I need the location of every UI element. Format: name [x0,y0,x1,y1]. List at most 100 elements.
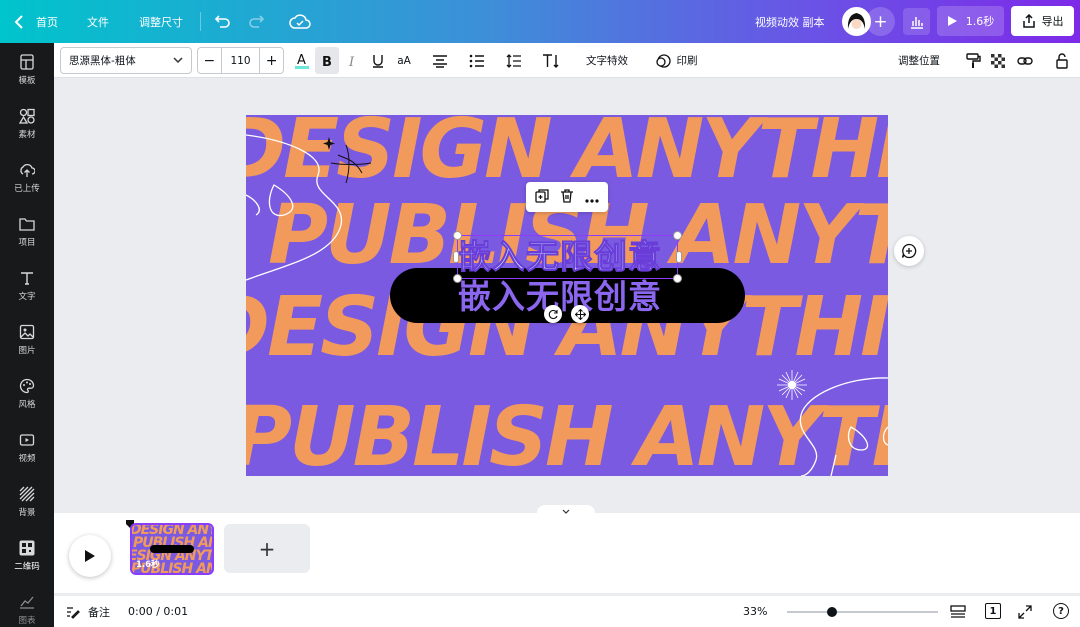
undo-icon[interactable] [211,11,233,33]
help-icon[interactable]: ? [1053,603,1069,619]
vertical-text-icon[interactable] [539,47,563,74]
text-color-icon[interactable]: A [290,47,314,74]
floating-toolbar [526,182,608,212]
grid-view-icon[interactable] [949,603,967,621]
resize-handle-right[interactable] [676,251,682,263]
list-icon[interactable] [465,47,489,74]
resize-handle-bottom-left[interactable] [453,274,462,283]
footer-bar: 备注 0:00 / 0:01 33% 1 ? [54,596,1080,627]
font-size-stepper: − 110 + [197,47,284,74]
move-icon[interactable] [571,305,589,323]
print-icon [655,53,671,68]
resize-menu[interactable]: 调整尺寸 [139,0,183,43]
font-size-input[interactable]: 110 [222,48,260,73]
chevron-down-icon [562,509,570,514]
zoom-slider-thumb[interactable] [827,607,837,617]
bold-icon[interactable]: B [315,47,339,74]
redo-icon[interactable] [246,11,268,33]
qrcode-icon [19,540,35,556]
sidebar-item-projects[interactable]: 项目 [0,205,54,259]
home-button[interactable]: 首页 [14,0,58,43]
sidebar-item-videos[interactable]: 视频 [0,421,54,475]
sidebar-item-charts[interactable]: 图表 [0,583,54,627]
home-label: 首页 [36,15,58,29]
export-label: 导出 [1041,15,1064,28]
zoom-level[interactable]: 33% [743,605,767,618]
svg-text:B: B [322,55,332,68]
sidebar-item-label: 图表 [18,616,36,626]
italic-icon[interactable]: I [340,47,364,74]
sidebar-item-label: 风格 [18,400,36,410]
sidebar-item-background[interactable]: 背景 [0,475,54,529]
thumbnail-pill [150,545,194,553]
resize-handle-bottom-right[interactable] [673,274,682,283]
design-canvas[interactable]: DESIGN ANYTHING PUBLISH ANYTHING DESIGN … [246,115,888,476]
template-icon [20,54,34,70]
font-family-select[interactable]: 思源黑体-粗体 [60,47,192,74]
format-toolbar: 思源黑体-粗体 − 110 + A B I aA 文字特效 印刷 调整位置 [54,43,1080,78]
background-icon [19,486,35,502]
print-button[interactable]: 印刷 [652,47,700,74]
collapse-timeline-button[interactable] [537,505,595,517]
more-options-icon[interactable] [585,188,599,207]
paint-roller-icon[interactable] [961,47,985,74]
add-comment-button[interactable] [894,236,924,266]
zoom-slider-track[interactable] [787,611,938,613]
link-icon[interactable] [1013,47,1037,74]
document-title[interactable]: 视频动效 副本 [755,0,825,43]
timeline-play-button[interactable] [69,535,111,577]
palette-icon [19,378,35,394]
page-number[interactable]: 1 [985,603,1001,619]
trash-icon[interactable] [560,188,574,207]
transparency-icon[interactable] [986,47,1010,74]
video-icon [19,434,35,446]
play-button[interactable]: 1.6秒 [937,6,1004,36]
fullscreen-icon[interactable] [1016,603,1034,621]
underline-icon[interactable] [366,47,390,74]
sidebar-item-uploads[interactable]: 已上传 [0,151,54,205]
sidebar-item-label: 背景 [18,508,36,518]
letter-case-button[interactable]: aA [392,47,416,74]
resize-handle-left[interactable] [453,251,459,263]
add-page-button[interactable]: + [224,524,310,573]
duplicate-icon[interactable] [535,188,549,207]
font-size-decrease-button[interactable]: − [198,48,222,73]
sidebar-item-elements[interactable]: 素材 [0,97,54,151]
sidebar-item-styles[interactable]: 风格 [0,367,54,421]
align-center-icon[interactable] [428,47,452,74]
font-size-increase-button[interactable]: + [259,48,283,73]
sidebar-item-label: 项目 [18,238,36,248]
print-label: 印刷 [676,55,698,67]
insights-chart-icon[interactable] [903,8,930,35]
sidebar-item-photos[interactable]: 图片 [0,313,54,367]
sidebar-item-label: 文字 [18,292,36,302]
divider [200,12,201,31]
text-icon [21,272,33,285]
upload-icon [20,163,35,177]
notes-button[interactable]: 备注 [66,604,110,620]
text-effects-button[interactable]: 文字特效 [581,47,633,74]
share-icon [1022,14,1035,28]
sidebar-item-label: 模板 [18,76,36,86]
sidebar-item-label: 已上传 [14,184,40,194]
resize-handle-top-right[interactable] [673,231,682,240]
chart-icon [20,596,34,609]
rotate-icon[interactable] [544,305,562,323]
cloud-saved-icon[interactable] [288,11,312,33]
sidebar-item-text[interactable]: 文字 [0,259,54,313]
playhead-marker[interactable] [126,513,134,528]
page-thumbnail[interactable]: DESIGN ANY PUBLISH AN ESIGN ANYT PUBLISH… [130,523,214,575]
timeline-panel: DESIGN ANY PUBLISH AN ESIGN ANYT PUBLISH… [54,505,1080,593]
sidebar-item-qrcode[interactable]: 二维码 [0,529,54,583]
sidebar-item-templates[interactable]: 模板 [0,43,54,97]
lock-icon[interactable] [1050,47,1074,74]
play-icon [85,550,95,562]
resize-handle-top-left[interactable] [453,231,462,240]
spacing-icon[interactable] [502,47,526,74]
export-button[interactable]: 导出 [1011,6,1074,36]
add-collaborator-button[interactable]: + [866,7,895,36]
file-menu[interactable]: 文件 [87,0,109,43]
sidebar-item-label: 素材 [18,130,36,140]
folder-icon [19,218,35,231]
position-button[interactable]: 调整位置 [892,47,946,74]
